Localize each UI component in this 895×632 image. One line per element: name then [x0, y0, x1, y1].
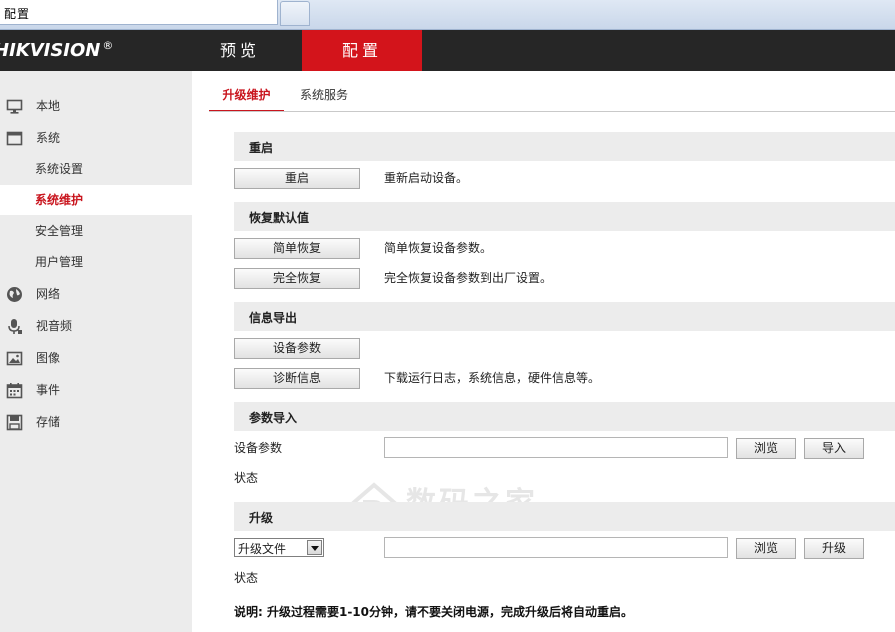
browser-tab-strip: 配置: [0, 0, 895, 30]
section-upgrade: 升级: [234, 502, 895, 531]
simple-restore-description: 简单恢复设备参数。: [384, 241, 493, 255]
sidebar-item-label: 视音频: [36, 319, 73, 333]
sidebar-item-label: 用户管理: [35, 255, 84, 269]
simple-restore-button[interactable]: 简单恢复: [234, 238, 360, 259]
globe-icon: [7, 287, 22, 302]
tab-divider: [209, 111, 895, 112]
monitor-icon: [6, 99, 23, 114]
upgrade-file-path-field[interactable]: [384, 537, 728, 558]
full-restore-button[interactable]: 完全恢复: [234, 268, 360, 289]
sidebar-item-label: 事件: [36, 383, 61, 397]
sidebar-item-label: 本地: [36, 99, 61, 113]
section-title: 恢复默认值: [249, 211, 310, 225]
sidebar-item-security[interactable]: 安全管理: [0, 216, 192, 246]
full-restore-description: 完全恢复设备参数到出厂设置。: [384, 271, 553, 285]
sidebar-item-audio-video[interactable]: 视音频: [0, 311, 192, 341]
upgrade-status-label: 状态: [234, 571, 259, 585]
tab-system-service[interactable]: 系统服务: [300, 86, 348, 110]
section-title: 参数导入: [249, 411, 298, 425]
section-title: 信息导出: [249, 311, 298, 325]
upgrade-browse-button[interactable]: 浏览: [736, 538, 796, 559]
import-file-path-field[interactable]: [384, 437, 728, 458]
sidebar-item-users[interactable]: 用户管理: [0, 247, 192, 277]
upgrade-type-select-value: 升级文件: [238, 542, 287, 556]
tab-upgrade-maintenance[interactable]: 升级维护: [209, 86, 284, 112]
new-tab-button[interactable]: [280, 1, 310, 26]
sidebar-item-system[interactable]: 系统: [0, 123, 192, 153]
sidebar-item-system-maintenance[interactable]: 系统维护: [0, 185, 192, 215]
sidebar-item-label: 系统: [36, 131, 61, 145]
import-status-label: 状态: [234, 471, 259, 485]
reboot-description: 重新启动设备。: [384, 171, 469, 185]
section-title: 重启: [249, 141, 274, 155]
disk-icon: [6, 414, 23, 431]
logo-text: HIKVISION: [0, 40, 101, 61]
upgrade-note: 说明: 升级过程需要1-10分钟，请不要关闭电源，完成升级后将自动重启。: [234, 605, 634, 619]
sidebar-item-label: 安全管理: [35, 224, 84, 238]
sidebar-item-local[interactable]: 本地: [0, 91, 192, 121]
sidebar-item-label: 系统设置: [35, 162, 84, 176]
sidebar-item-storage[interactable]: 存储: [0, 407, 192, 437]
calendar-icon: [6, 383, 23, 399]
section-restore-defaults: 恢复默认值: [234, 202, 895, 231]
export-diagnostic-info-button[interactable]: 诊断信息: [234, 368, 360, 389]
upgrade-button[interactable]: 升级: [804, 538, 864, 559]
import-device-params-label: 设备参数: [234, 441, 283, 455]
import-button[interactable]: 导入: [804, 438, 864, 459]
section-title: 升级: [249, 511, 274, 525]
section-param-import: 参数导入: [234, 402, 895, 431]
diagnostic-info-description: 下载运行日志，系统信息，硬件信息等。: [384, 371, 601, 385]
image-icon: [6, 351, 23, 366]
reboot-button[interactable]: 重启: [234, 168, 360, 189]
hikvision-logo: HIKVISION ®: [0, 39, 113, 61]
nav-tab-config[interactable]: 配置: [302, 30, 422, 71]
sidebar-item-label: 存储: [36, 415, 61, 429]
window-icon: [6, 131, 23, 146]
microphone-icon: [8, 319, 22, 334]
section-info-export: 信息导出: [234, 302, 895, 331]
browser-tab[interactable]: 配置: [0, 0, 278, 25]
sidebar-item-label: 系统维护: [35, 193, 84, 207]
import-browse-button[interactable]: 浏览: [736, 438, 796, 459]
sidebar: 本地 系统 系统设置 系统维护 安全管理 用户管理 网络 视音频 图像 事件 存…: [0, 71, 192, 632]
sidebar-item-label: 图像: [36, 351, 61, 365]
export-device-params-button[interactable]: 设备参数: [234, 338, 360, 359]
chevron-down-icon[interactable]: [307, 540, 322, 555]
logo-registered-mark: ®: [102, 39, 114, 52]
browser-tab-title: 配置: [4, 7, 31, 21]
sidebar-item-label: 网络: [36, 287, 61, 301]
section-reboot: 重启: [234, 132, 895, 161]
top-header: HIKVISION ® 预览 配置: [0, 30, 895, 71]
sidebar-item-system-settings[interactable]: 系统设置: [0, 154, 192, 184]
upgrade-type-select[interactable]: 升级文件: [234, 538, 324, 557]
sidebar-item-image[interactable]: 图像: [0, 343, 192, 373]
sidebar-item-network[interactable]: 网络: [0, 279, 192, 309]
sidebar-item-event[interactable]: 事件: [0, 375, 192, 405]
nav-tab-preview[interactable]: 预览: [192, 30, 288, 71]
